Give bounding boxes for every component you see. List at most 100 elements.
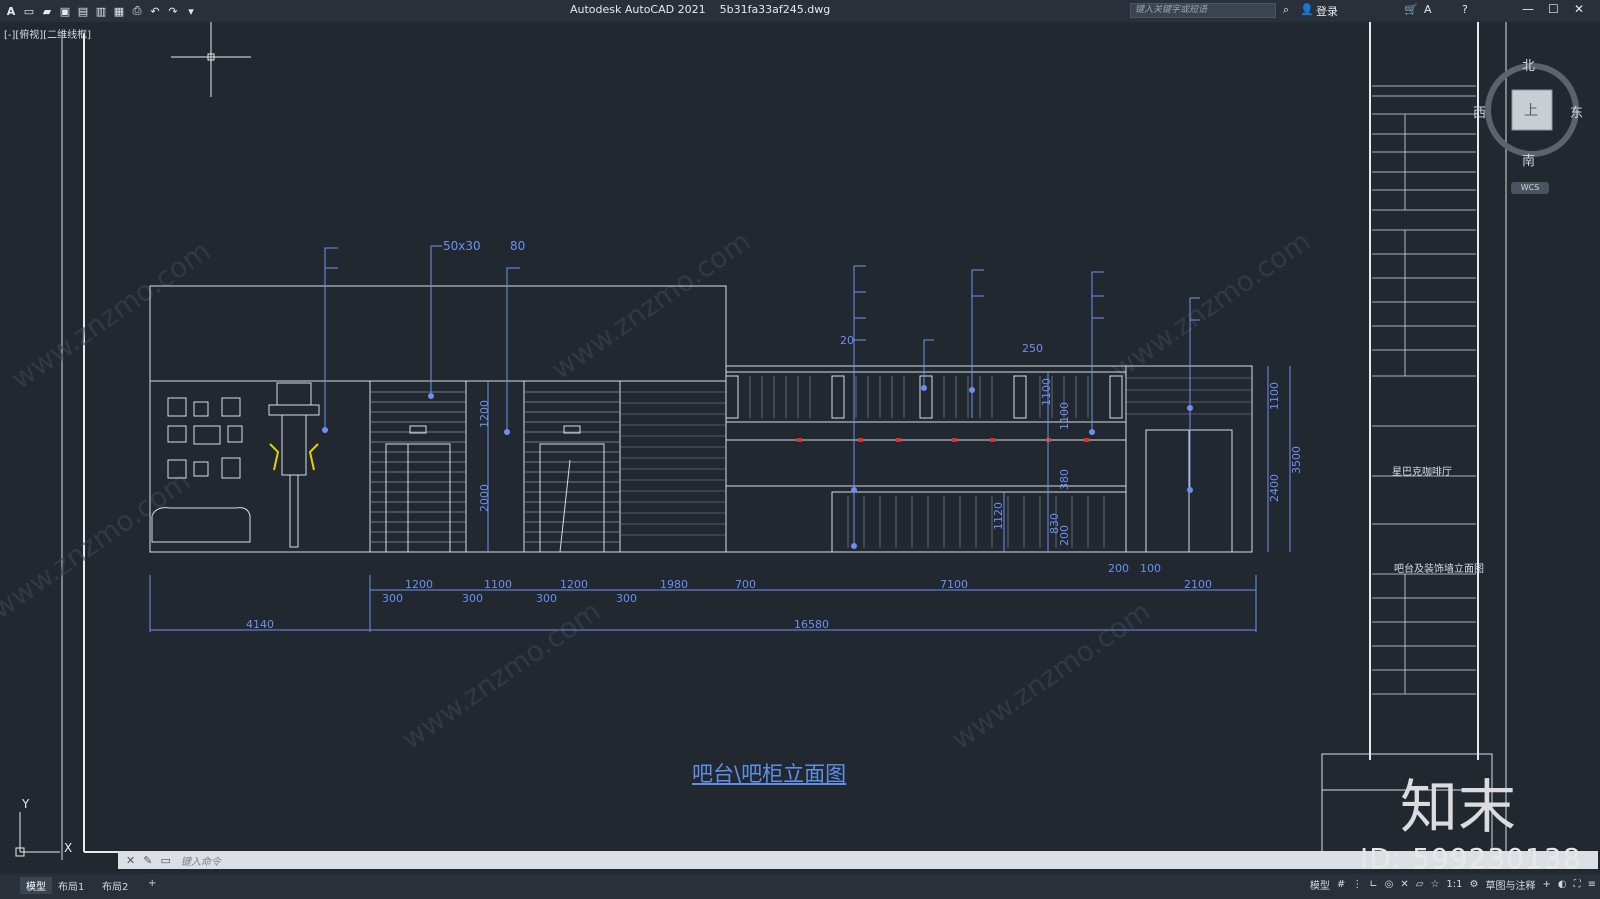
ucs-icon	[15, 812, 60, 857]
dim-text: 300	[462, 592, 483, 605]
annotation-icon[interactable]: ☆	[1430, 879, 1439, 890]
watermark-id: ID: 599230138	[1360, 842, 1582, 875]
dim-text: 2000	[478, 484, 491, 512]
tab-layout1[interactable]: 布局1	[52, 877, 90, 894]
dim-text: 200	[1058, 525, 1071, 546]
file-name: 5b31fa33af245.dwg	[719, 3, 831, 16]
svg-text:www.znzmo.com: www.znzmo.com	[0, 464, 196, 626]
cart-icon[interactable]: 🛒	[1404, 3, 1418, 16]
new-file-icon[interactable]: ▭	[22, 4, 36, 18]
dim-text: 1200	[405, 578, 433, 591]
compass-east[interactable]: 东	[1570, 102, 1583, 121]
command-input[interactable]: 键入命令	[181, 853, 221, 868]
dim-text: 2400	[1268, 474, 1281, 502]
fullscreen-icon[interactable]: ⛶	[1574, 879, 1581, 890]
lineweight-icon[interactable]: ▱	[1416, 879, 1424, 890]
save-icon[interactable]: ▣	[58, 4, 72, 18]
plot-icon[interactable]: ▦	[112, 4, 126, 18]
dim-text: 80	[510, 239, 525, 253]
quick-access-toolbar: A ▭ ▰ ▣ ▤ ▥ ▦ ⎙ ↶ ↷ ▾	[4, 4, 198, 18]
settings-icon[interactable]: ⚙	[1470, 879, 1479, 890]
tab-layout2[interactable]: 布局2	[96, 877, 134, 894]
close-icon[interactable]: ✕	[1574, 2, 1584, 16]
a360-icon[interactable]: A	[1424, 3, 1432, 16]
project-name: 星巴克咖啡厅	[1392, 466, 1452, 478]
dim-text: 1100	[1058, 402, 1071, 430]
grid-icon[interactable]: #	[1337, 879, 1345, 890]
title-bar: A ▭ ▰ ▣ ▤ ▥ ▦ ⎙ ↶ ↷ ▾ Autodesk AutoCAD 2…	[0, 0, 1600, 22]
compass-north[interactable]: 北	[1522, 55, 1535, 74]
autocad-logo-icon[interactable]: A	[4, 4, 18, 18]
menu-icon[interactable]: ≡	[1588, 879, 1596, 890]
dim-text: 1100	[484, 578, 512, 591]
plus-icon[interactable]: +	[1542, 879, 1550, 890]
dim-text: 16580	[794, 618, 829, 631]
dim-text: 300	[382, 592, 403, 605]
polar-icon[interactable]: ◎	[1385, 879, 1394, 890]
dim-text: 250	[1022, 342, 1043, 355]
minimize-icon[interactable]: —	[1522, 2, 1534, 16]
sconce-left	[269, 443, 280, 471]
search-input[interactable]: 键入关键字或短语	[1130, 3, 1276, 18]
close-command-icon[interactable]: ✕	[126, 854, 135, 867]
dim-text: 3500	[1290, 446, 1303, 474]
user-icon[interactable]: 👤	[1300, 3, 1314, 16]
print-icon[interactable]: ⎙	[130, 4, 144, 18]
command-history-icon[interactable]: ▭	[160, 854, 170, 867]
dim-text: 7100	[940, 578, 968, 591]
dim-text: 2100	[1184, 578, 1212, 591]
undo-icon[interactable]: ↶	[148, 4, 162, 18]
watermark-brand: 知末	[1400, 773, 1517, 841]
compass-south[interactable]: 南	[1522, 150, 1535, 169]
tab-model[interactable]: 模型	[20, 877, 52, 894]
dim-text: 1200	[478, 400, 491, 428]
dim-text: 380	[1058, 469, 1071, 490]
snap-icon[interactable]: ⋮	[1352, 879, 1362, 890]
dim-text: 4140	[246, 618, 274, 631]
customize-icon[interactable]: ▾	[184, 4, 198, 18]
dim-text: 50x30	[443, 239, 481, 253]
wcs-menu[interactable]: WCS	[1511, 182, 1549, 194]
model-space-button[interactable]: 模型	[1310, 877, 1330, 892]
watermark-pattern: www.znzmo.com www.znzmo.com www.znzmo.co…	[0, 224, 1316, 756]
isolate-icon[interactable]: ◐	[1558, 879, 1567, 890]
wrench-icon[interactable]: ✎	[143, 854, 152, 867]
svg-text:www.znzmo.com: www.znzmo.com	[1105, 224, 1316, 386]
drawing-name: 吧台及装饰墙立面图	[1394, 562, 1484, 575]
dim-text: 300	[536, 592, 557, 605]
title-block-texts: 星巴克咖啡厅 吧台及装饰墙立面图	[1392, 466, 1484, 575]
workspace-switch[interactable]: 草图与注释	[1485, 877, 1535, 892]
svg-text:www.znzmo.com: www.znzmo.com	[945, 594, 1156, 756]
drawing-canvas[interactable]: Y X www.znzmo.com www.znzmo.com www.znzm…	[0, 22, 1600, 874]
ucs-x-label: X	[64, 841, 72, 855]
brick-pattern	[620, 377, 1252, 536]
dim-text: 1100	[1040, 378, 1053, 406]
app-title: Autodesk AutoCAD 2021	[570, 3, 706, 16]
sconce-right	[308, 443, 319, 471]
dim-text: 1980	[660, 578, 688, 591]
viewcube-top-label[interactable]: 上	[1524, 100, 1538, 120]
dim-text: 1200	[560, 578, 588, 591]
status-bar: 模型 # ⋮ ∟ ◎ ✕ ▱ ☆ 1:1 ⚙ 草图与注释 + ◐ ⛶ ≡	[1310, 877, 1596, 892]
dim-text: 300	[616, 592, 637, 605]
elevation-outline	[149, 285, 1253, 553]
web-save-icon[interactable]: ▥	[94, 4, 108, 18]
tab-add[interactable]: +	[142, 877, 162, 890]
doors	[385, 425, 1233, 553]
ucs-y-label: Y	[21, 797, 30, 811]
help-icon[interactable]: ?	[1462, 3, 1468, 16]
redo-icon[interactable]: ↷	[166, 4, 180, 18]
login-button[interactable]: 登录	[1316, 3, 1338, 19]
maximize-icon[interactable]: ☐	[1548, 2, 1559, 16]
dim-text: 1100	[1268, 382, 1281, 410]
compass-west[interactable]: 西	[1473, 102, 1486, 121]
window-title: Autodesk AutoCAD 2021 5b31fa33af245.dwg	[570, 3, 830, 16]
dim-text: 200	[1108, 562, 1129, 575]
search-icon[interactable]: ⌕	[1283, 3, 1289, 17]
save-as-icon[interactable]: ▤	[76, 4, 90, 18]
open-folder-icon[interactable]: ▰	[40, 4, 54, 18]
dimension-texts: 1200 1100 1200 1980 700 7100 2100 300 30…	[246, 239, 1303, 631]
osnap-icon[interactable]: ✕	[1400, 879, 1408, 890]
annotation-scale[interactable]: 1:1	[1446, 879, 1462, 890]
ortho-icon[interactable]: ∟	[1369, 879, 1377, 890]
